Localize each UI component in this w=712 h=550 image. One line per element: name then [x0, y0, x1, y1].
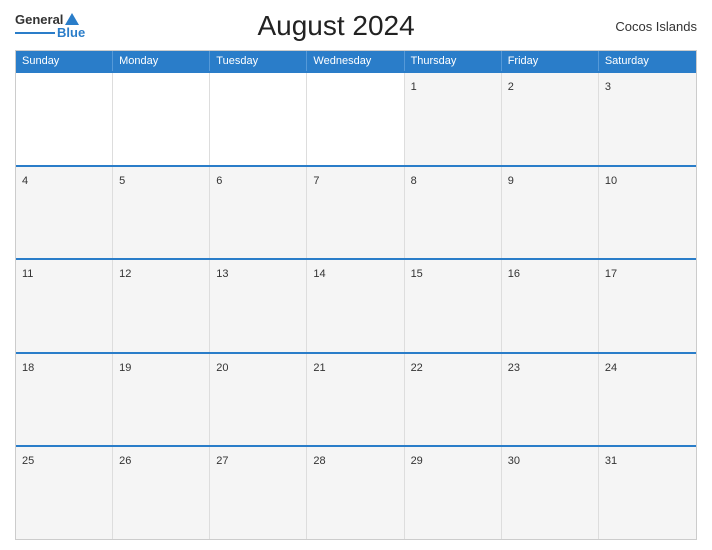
- calendar-header: General Blue August 2024 Cocos Islands: [15, 10, 697, 42]
- day-cell: [210, 73, 307, 165]
- day-number: 16: [508, 268, 520, 280]
- day-number: 20: [216, 362, 228, 374]
- week-row-5: 25 26 27 28 29 30 31: [16, 445, 696, 539]
- day-number: 22: [411, 362, 423, 374]
- day-number: 17: [605, 268, 617, 280]
- day-cell: 6: [210, 167, 307, 259]
- day-number: 14: [313, 268, 325, 280]
- day-header-friday: Friday: [502, 51, 599, 71]
- day-number: 5: [119, 175, 125, 187]
- day-cell: 8: [405, 167, 502, 259]
- day-cell: 7: [307, 167, 404, 259]
- day-cell: 5: [113, 167, 210, 259]
- day-cell: 10: [599, 167, 696, 259]
- day-number: 19: [119, 362, 131, 374]
- day-cell: 11: [16, 260, 113, 352]
- day-number: 26: [119, 455, 131, 467]
- calendar-body: 1234567891011121314151617181920212223242…: [16, 71, 696, 539]
- day-number: 23: [508, 362, 520, 374]
- day-header-thursday: Thursday: [405, 51, 502, 71]
- day-number: 7: [313, 175, 319, 187]
- day-number: 24: [605, 362, 617, 374]
- logo-line: [15, 32, 55, 34]
- logo-triangle-icon: [65, 13, 79, 25]
- day-header-saturday: Saturday: [599, 51, 696, 71]
- week-row-1: 1 2 3: [16, 71, 696, 165]
- day-cell: 26: [113, 447, 210, 539]
- day-number: 18: [22, 362, 34, 374]
- week-row-2: 4 5 6 7 8 9 10: [16, 165, 696, 259]
- day-cell: 15: [405, 260, 502, 352]
- day-cell: 25: [16, 447, 113, 539]
- day-cell: 21: [307, 354, 404, 446]
- logo: General Blue: [15, 13, 85, 39]
- day-cell: 12: [113, 260, 210, 352]
- day-number: 25: [22, 455, 34, 467]
- day-cell: 17: [599, 260, 696, 352]
- day-cell: 31: [599, 447, 696, 539]
- day-header-wednesday: Wednesday: [307, 51, 404, 71]
- day-header-tuesday: Tuesday: [210, 51, 307, 71]
- day-cell: 24: [599, 354, 696, 446]
- calendar-grid: SundayMondayTuesdayWednesdayThursdayFrid…: [15, 50, 697, 540]
- calendar-page: General Blue August 2024 Cocos Islands S…: [0, 0, 712, 550]
- day-cell: 27: [210, 447, 307, 539]
- day-cell: 16: [502, 260, 599, 352]
- day-cell: 30: [502, 447, 599, 539]
- day-header-sunday: Sunday: [16, 51, 113, 71]
- day-number: 4: [22, 175, 28, 187]
- region-label: Cocos Islands: [587, 19, 697, 34]
- day-number: 8: [411, 175, 417, 187]
- day-cell: 28: [307, 447, 404, 539]
- day-headers-row: SundayMondayTuesdayWednesdayThursdayFrid…: [16, 51, 696, 71]
- day-number: 13: [216, 268, 228, 280]
- week-row-3: 11 12 13 14 15 16 17: [16, 258, 696, 352]
- day-cell: 18: [16, 354, 113, 446]
- day-number: 29: [411, 455, 423, 467]
- day-cell: 9: [502, 167, 599, 259]
- day-number: 27: [216, 455, 228, 467]
- day-cell: [16, 73, 113, 165]
- day-cell: 19: [113, 354, 210, 446]
- day-number: 1: [411, 81, 417, 93]
- day-number: 10: [605, 175, 617, 187]
- month-title: August 2024: [85, 10, 587, 42]
- day-cell: [113, 73, 210, 165]
- day-cell: 20: [210, 354, 307, 446]
- day-number: 11: [22, 268, 33, 280]
- day-number: 6: [216, 175, 222, 187]
- day-number: 31: [605, 455, 617, 467]
- day-cell: 1: [405, 73, 502, 165]
- day-number: 9: [508, 175, 514, 187]
- day-header-monday: Monday: [113, 51, 210, 71]
- day-number: 12: [119, 268, 131, 280]
- day-number: 2: [508, 81, 514, 93]
- day-number: 21: [313, 362, 325, 374]
- day-cell: 13: [210, 260, 307, 352]
- day-number: 3: [605, 81, 611, 93]
- week-row-4: 18 19 20 21 22 23 24: [16, 352, 696, 446]
- day-cell: 3: [599, 73, 696, 165]
- logo-blue-text: Blue: [57, 26, 85, 39]
- day-number: 30: [508, 455, 520, 467]
- day-number: 15: [411, 268, 423, 280]
- day-cell: 29: [405, 447, 502, 539]
- day-cell: 2: [502, 73, 599, 165]
- day-cell: 23: [502, 354, 599, 446]
- day-number: 28: [313, 455, 325, 467]
- day-cell: 22: [405, 354, 502, 446]
- day-cell: [307, 73, 404, 165]
- day-cell: 4: [16, 167, 113, 259]
- day-cell: 14: [307, 260, 404, 352]
